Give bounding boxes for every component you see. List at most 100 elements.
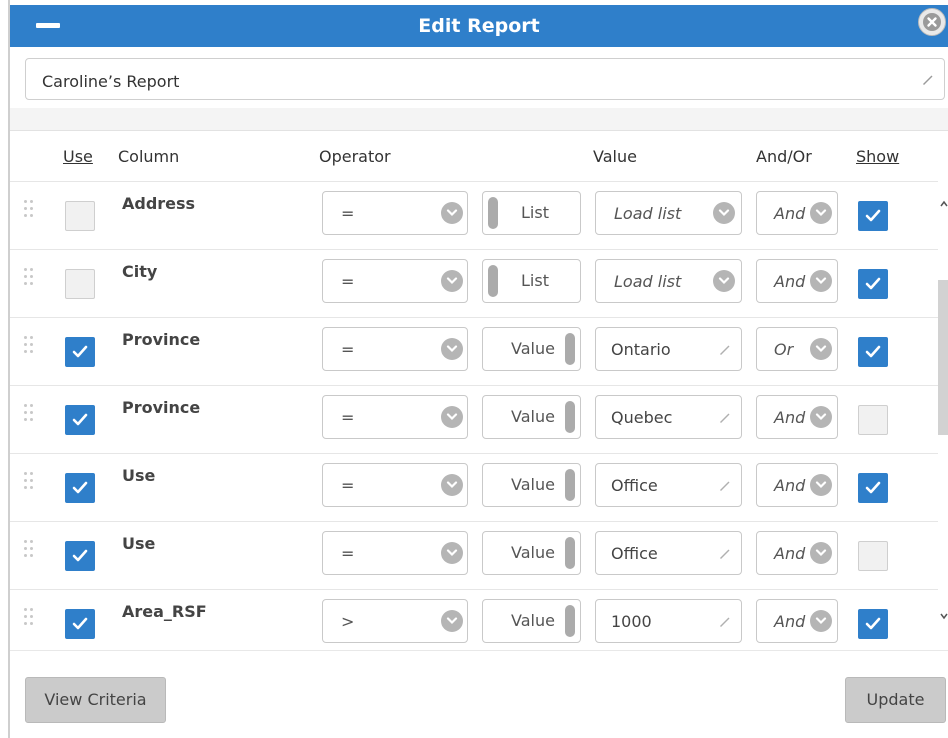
operator-select[interactable]: = bbox=[322, 259, 468, 303]
report-name-field[interactable] bbox=[25, 58, 945, 100]
operator-select[interactable]: = bbox=[322, 327, 468, 371]
header-show[interactable]: Show bbox=[856, 147, 899, 166]
scroll-up-icon[interactable] bbox=[940, 200, 948, 208]
mode-toggle[interactable]: Value bbox=[482, 531, 581, 575]
value-text: Office bbox=[611, 476, 658, 495]
andor-value: And bbox=[774, 408, 806, 427]
operator-select[interactable]: = bbox=[322, 395, 468, 439]
use-checkbox[interactable] bbox=[65, 405, 95, 435]
andor-value: And bbox=[774, 544, 806, 563]
value-input[interactable]: Office bbox=[595, 531, 742, 575]
andor-select[interactable]: And bbox=[756, 531, 838, 575]
operator-select[interactable]: = bbox=[322, 191, 468, 235]
column-name: Use bbox=[122, 534, 156, 553]
checkmark-icon bbox=[72, 617, 88, 630]
title-bar: Edit Report bbox=[10, 5, 948, 47]
scrollbar-thumb[interactable] bbox=[938, 280, 948, 435]
checkmark-icon bbox=[72, 413, 88, 426]
drag-handle-icon[interactable] bbox=[24, 608, 38, 632]
drag-handle-icon[interactable] bbox=[24, 336, 38, 360]
andor-value: And bbox=[774, 476, 806, 495]
mode-label: Value bbox=[511, 611, 555, 630]
andor-select[interactable]: And bbox=[756, 191, 838, 235]
pencil-icon bbox=[717, 409, 733, 429]
mode-label: Value bbox=[511, 407, 555, 426]
scroll-down-icon[interactable] bbox=[940, 612, 948, 620]
column-name: Province bbox=[122, 330, 201, 349]
mode-toggle[interactable]: Value bbox=[482, 599, 581, 643]
header-column: Column bbox=[118, 147, 180, 166]
chevron-down-icon bbox=[810, 610, 832, 632]
drag-handle-icon[interactable] bbox=[24, 268, 38, 292]
drag-handle-icon[interactable] bbox=[24, 540, 38, 564]
use-checkbox[interactable] bbox=[65, 269, 95, 299]
dialog-title: Edit Report bbox=[418, 15, 540, 37]
andor-select[interactable]: And bbox=[756, 599, 838, 643]
andor-value: And bbox=[774, 204, 806, 223]
mode-toggle[interactable]: Value bbox=[482, 463, 581, 507]
use-checkbox[interactable] bbox=[65, 473, 95, 503]
footer-divider bbox=[10, 650, 948, 651]
show-checkbox[interactable] bbox=[858, 269, 888, 299]
drag-handle-icon[interactable] bbox=[24, 472, 38, 496]
mode-toggle[interactable]: List bbox=[482, 259, 581, 303]
show-checkbox[interactable] bbox=[858, 337, 888, 367]
operator-value: = bbox=[341, 272, 355, 291]
andor-select[interactable]: Or bbox=[756, 327, 838, 371]
show-checkbox[interactable] bbox=[858, 541, 888, 571]
checkmark-icon bbox=[72, 481, 88, 494]
chevron-down-icon bbox=[441, 474, 463, 496]
pencil-icon bbox=[717, 341, 733, 361]
toggle-knob bbox=[565, 537, 575, 569]
operator-select[interactable]: = bbox=[322, 463, 468, 507]
andor-select[interactable]: And bbox=[756, 463, 838, 507]
chevron-down-icon bbox=[441, 202, 463, 224]
header-operator: Operator bbox=[319, 147, 391, 166]
header-andor: And/Or bbox=[756, 147, 812, 166]
use-checkbox[interactable] bbox=[65, 337, 95, 367]
show-checkbox[interactable] bbox=[858, 405, 888, 435]
mode-toggle[interactable]: Value bbox=[482, 395, 581, 439]
value-input[interactable]: Quebec bbox=[595, 395, 742, 439]
pencil-icon bbox=[717, 477, 733, 497]
checkmark-icon bbox=[865, 481, 881, 494]
operator-select[interactable]: > bbox=[322, 599, 468, 643]
mode-label: Value bbox=[511, 475, 555, 494]
drag-handle-icon[interactable] bbox=[24, 404, 38, 428]
report-name-input[interactable] bbox=[40, 68, 904, 94]
value-select[interactable]: Load list bbox=[595, 259, 742, 303]
chevron-down-icon bbox=[810, 338, 832, 360]
value-input[interactable]: Office bbox=[595, 463, 742, 507]
mode-toggle[interactable]: Value bbox=[482, 327, 581, 371]
andor-value: Or bbox=[774, 340, 794, 359]
andor-select[interactable]: And bbox=[756, 259, 838, 303]
header-use[interactable]: Use bbox=[63, 147, 93, 166]
toggle-knob bbox=[488, 197, 498, 229]
criteria-row: Province = Value Ontario Or bbox=[10, 317, 938, 385]
show-checkbox[interactable] bbox=[858, 201, 888, 231]
use-checkbox[interactable] bbox=[65, 201, 95, 231]
view-criteria-button[interactable]: View Criteria bbox=[25, 677, 166, 723]
mode-toggle[interactable]: List bbox=[482, 191, 581, 235]
close-button[interactable] bbox=[918, 8, 946, 36]
chevron-down-icon bbox=[441, 406, 463, 428]
chevron-down-icon bbox=[810, 406, 832, 428]
use-checkbox[interactable] bbox=[65, 541, 95, 571]
toggle-knob bbox=[565, 469, 575, 501]
chevron-down-icon bbox=[441, 610, 463, 632]
value-input[interactable]: Ontario bbox=[595, 327, 742, 371]
value-input[interactable]: 1000 bbox=[595, 599, 742, 643]
update-button[interactable]: Update bbox=[845, 677, 946, 723]
andor-select[interactable]: And bbox=[756, 395, 838, 439]
use-checkbox[interactable] bbox=[65, 609, 95, 639]
mode-label: Value bbox=[511, 339, 555, 358]
andor-value: And bbox=[774, 272, 806, 291]
show-checkbox[interactable] bbox=[858, 473, 888, 503]
operator-value: = bbox=[341, 544, 355, 563]
operator-select[interactable]: = bbox=[322, 531, 468, 575]
show-checkbox[interactable] bbox=[858, 609, 888, 639]
operator-value: = bbox=[341, 476, 355, 495]
value-select[interactable]: Load list bbox=[595, 191, 742, 235]
drag-handle-icon[interactable] bbox=[24, 200, 38, 224]
mode-label: List bbox=[521, 203, 549, 222]
